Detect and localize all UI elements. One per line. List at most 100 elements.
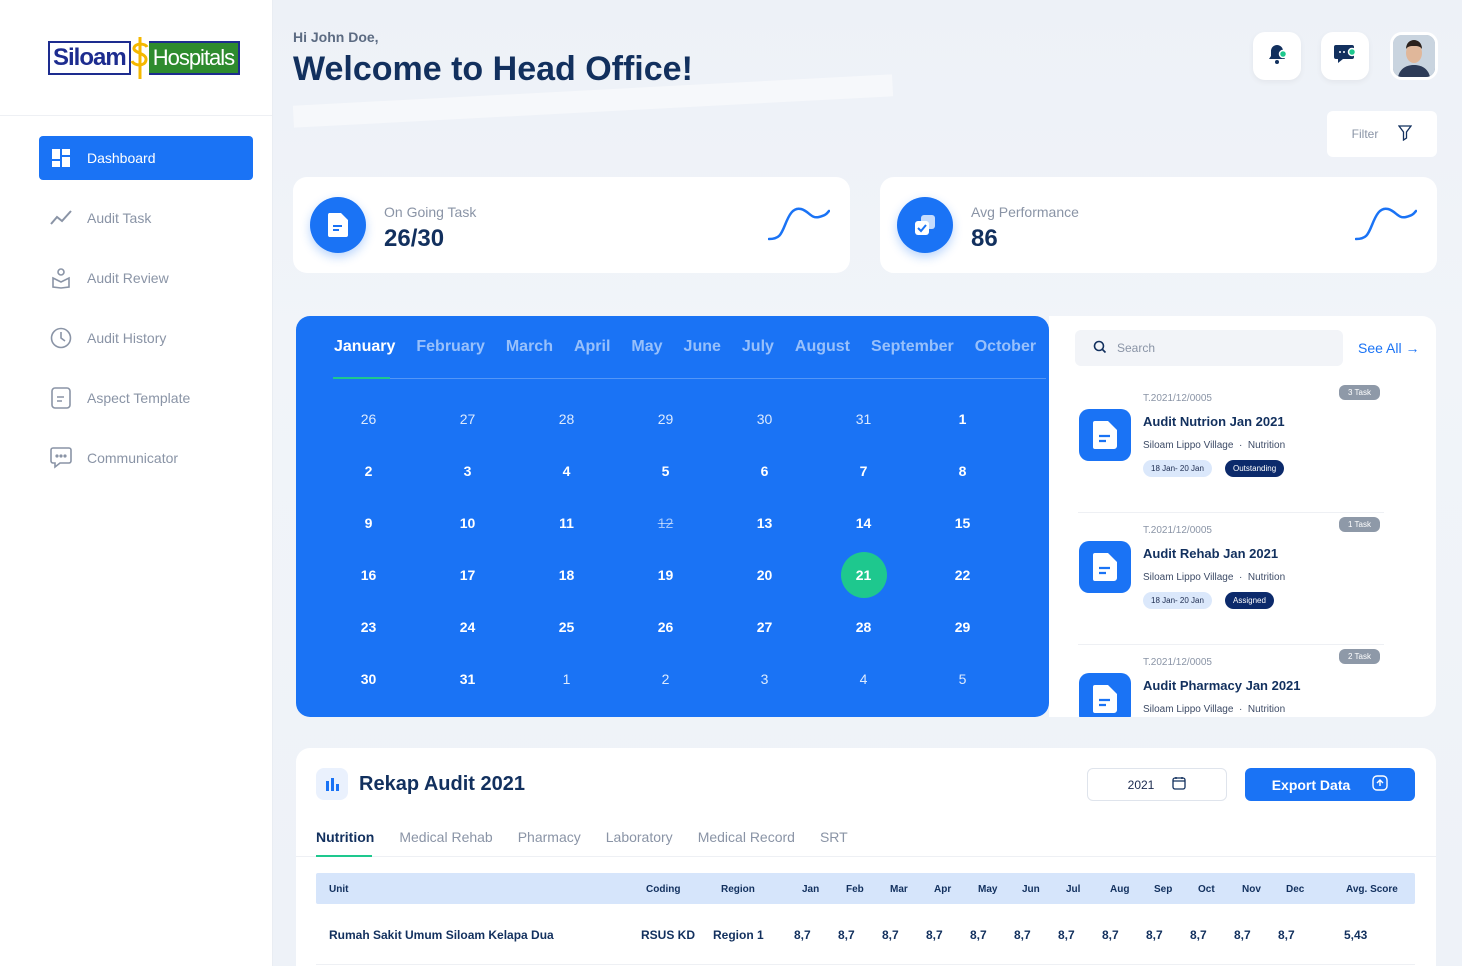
- calendar-day[interactable]: 3: [715, 653, 814, 705]
- calendar-day[interactable]: 31: [418, 653, 517, 705]
- calendar-day[interactable]: 29: [913, 601, 1012, 653]
- column-header[interactable]: Jun: [1022, 884, 1040, 895]
- month-tab[interactable]: September: [871, 338, 954, 356]
- column-header[interactable]: Jul: [1066, 884, 1080, 895]
- calendar-day[interactable]: 16: [319, 549, 418, 601]
- siloam-logo[interactable]: Siloam Hospitals: [48, 34, 241, 82]
- calendar-day[interactable]: 20: [715, 549, 814, 601]
- column-header[interactable]: Nov: [1242, 884, 1261, 895]
- tab-srt[interactable]: SRT: [820, 829, 848, 845]
- column-header[interactable]: Coding: [646, 884, 680, 895]
- tab-nutrition[interactable]: Nutrition: [316, 829, 374, 845]
- calendar-day[interactable]: 5: [913, 653, 1012, 705]
- column-header[interactable]: Aug: [1110, 884, 1129, 895]
- export-data-button[interactable]: Export Data: [1245, 768, 1415, 801]
- sidebar-item-dashboard[interactable]: Dashboard: [39, 136, 253, 180]
- calendar-day[interactable]: 19: [616, 549, 715, 601]
- year-select[interactable]: 2021: [1087, 768, 1227, 801]
- avatar[interactable]: [1390, 32, 1438, 80]
- month-tab[interactable]: January: [334, 338, 395, 356]
- calendar-day[interactable]: 12: [616, 497, 715, 549]
- calendar-day[interactable]: 30: [715, 393, 814, 445]
- calendar-day[interactable]: 1: [517, 653, 616, 705]
- calendar-day[interactable]: 11: [517, 497, 616, 549]
- calendar-day[interactable]: 6: [715, 445, 814, 497]
- column-header[interactable]: Oct: [1198, 884, 1215, 895]
- calendar-day-number: 8: [958, 463, 967, 479]
- calendar-day[interactable]: 3: [418, 445, 517, 497]
- calendar-day[interactable]: 17: [418, 549, 517, 601]
- column-header[interactable]: Avg. Score: [1346, 884, 1398, 895]
- message-button[interactable]: [1321, 32, 1369, 80]
- sidebar-item-aspect-template[interactable]: Aspect Template: [39, 376, 253, 420]
- calendar-day[interactable]: 24: [418, 601, 517, 653]
- column-header[interactable]: May: [978, 884, 997, 895]
- calendar-day[interactable]: 1: [913, 393, 1012, 445]
- calendar-day[interactable]: 5: [616, 445, 715, 497]
- column-header[interactable]: Feb: [846, 884, 864, 895]
- month-tab[interactable]: March: [506, 338, 553, 356]
- calendar-day[interactable]: 25: [517, 601, 616, 653]
- search-input[interactable]: Search: [1075, 330, 1343, 366]
- month-tab[interactable]: February: [416, 338, 484, 356]
- calendar-day[interactable]: 31: [814, 393, 913, 445]
- month-tab[interactable]: June: [684, 338, 721, 356]
- month-tab[interactable]: July: [742, 338, 774, 356]
- sidebar: Siloam Hospitals Dashboard Audit Task Au…: [0, 0, 273, 966]
- column-header[interactable]: Dec: [1286, 884, 1304, 895]
- filter-button[interactable]: Filter: [1327, 111, 1437, 157]
- column-header[interactable]: Sep: [1154, 884, 1172, 895]
- calendar-day-number: 29: [657, 411, 674, 427]
- column-header[interactable]: Apr: [934, 884, 951, 895]
- sidebar-item-audit-history[interactable]: Audit History: [39, 316, 253, 360]
- calendar-day[interactable]: 9: [319, 497, 418, 549]
- column-header[interactable]: Jan: [802, 884, 819, 895]
- calendar-day[interactable]: 8: [913, 445, 1012, 497]
- calendar-day[interactable]: 18: [517, 549, 616, 601]
- tab-medical-rehab[interactable]: Medical Rehab: [399, 829, 492, 845]
- calendar-day-number: 12: [657, 515, 674, 531]
- calendar-day[interactable]: 22: [913, 549, 1012, 601]
- column-header[interactable]: Region: [721, 884, 755, 895]
- calendar-day[interactable]: 14: [814, 497, 913, 549]
- column-header[interactable]: Mar: [890, 884, 908, 895]
- notification-button[interactable]: [1253, 32, 1301, 80]
- calendar-day[interactable]: 7: [814, 445, 913, 497]
- month-tab[interactable]: April: [574, 338, 610, 356]
- month-tab[interactable]: May: [631, 338, 662, 356]
- month-tab[interactable]: October: [975, 338, 1036, 356]
- export-label: Export Data: [1271, 776, 1351, 793]
- task-card[interactable]: T.2021/12/0005 1 Task Audit Rehab Jan 2021…: [1078, 517, 1384, 645]
- calendar-day[interactable]: 26: [616, 601, 715, 653]
- calendar-day[interactable]: 10: [418, 497, 517, 549]
- calendar-day[interactable]: 27: [715, 601, 814, 653]
- sidebar-item-audit-review[interactable]: Audit Review: [39, 256, 253, 300]
- task-name: Audit Rehab Jan 2021: [1143, 546, 1279, 561]
- tab-pharmacy[interactable]: Pharmacy: [518, 829, 581, 845]
- sidebar-item-communicator[interactable]: Communicator: [39, 436, 253, 480]
- calendar-day[interactable]: 27: [418, 393, 517, 445]
- month-tab[interactable]: August: [795, 338, 850, 356]
- calendar-day[interactable]: 2: [319, 445, 418, 497]
- calendar-day[interactable]: 21: [814, 549, 913, 601]
- calendar-day[interactable]: 23: [319, 601, 418, 653]
- calendar-day[interactable]: 29: [616, 393, 715, 445]
- tab-laboratory[interactable]: Laboratory: [606, 829, 673, 845]
- calendar-day[interactable]: 2: [616, 653, 715, 705]
- task-card[interactable]: T.2021/12/0005 3 Task Audit Nutrion Jan 20…: [1078, 385, 1384, 513]
- calendar-day[interactable]: 4: [814, 653, 913, 705]
- see-all-link[interactable]: See All →: [1358, 340, 1419, 356]
- calendar-day[interactable]: 28: [517, 393, 616, 445]
- calendar-day[interactable]: 30: [319, 653, 418, 705]
- calendar-day[interactable]: 13: [715, 497, 814, 549]
- column-header[interactable]: Unit: [329, 884, 348, 895]
- sidebar-item-audit-task[interactable]: Audit Task: [39, 196, 253, 240]
- calendar-day[interactable]: 4: [517, 445, 616, 497]
- task-location: Siloam Lippo Village · Nutrition: [1143, 704, 1285, 715]
- calendar-day[interactable]: 28: [814, 601, 913, 653]
- calendar-day[interactable]: 15: [913, 497, 1012, 549]
- calendar-day[interactable]: 26: [319, 393, 418, 445]
- tab-medical-record[interactable]: Medical Record: [698, 829, 795, 845]
- task-count-badge: 1 Task: [1339, 517, 1380, 532]
- task-card[interactable]: T.2021/12/0005 2 Task Audit Pharmacy Jan 2…: [1078, 649, 1384, 717]
